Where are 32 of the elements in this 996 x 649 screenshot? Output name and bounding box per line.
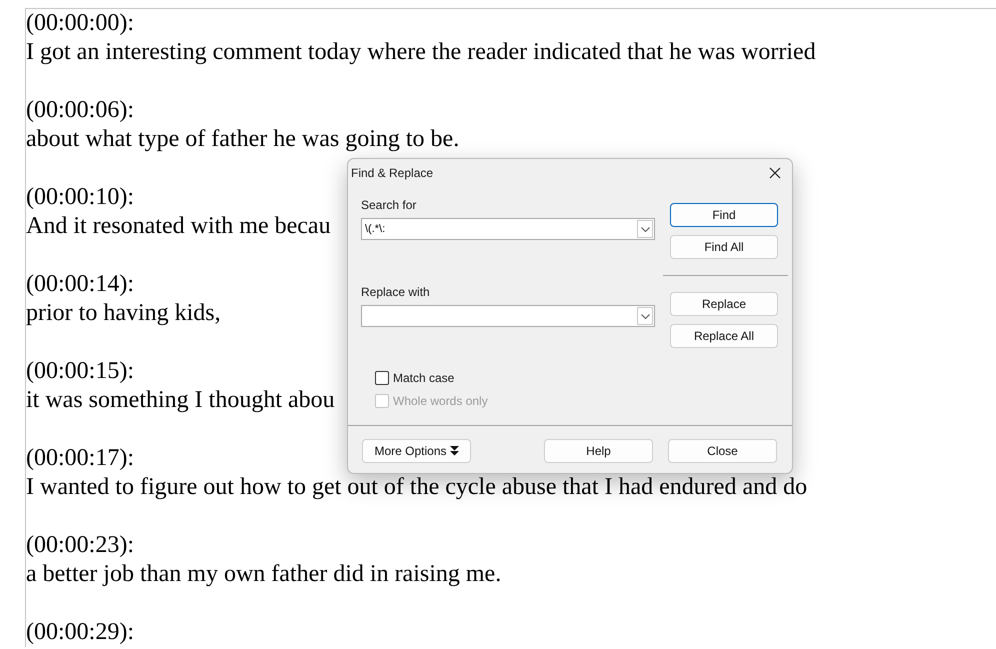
- checkbox-option[interactable]: Match case: [375, 371, 454, 385]
- field-label: Search for: [361, 198, 418, 212]
- more-options-button[interactable]: More Options: [362, 439, 471, 463]
- timestamp: (00:00:06):: [26, 96, 134, 125]
- combo-field[interactable]: [361, 305, 655, 327]
- checkbox-option: Whole words only: [375, 394, 488, 408]
- dialog-button[interactable]: Replace All: [670, 324, 778, 348]
- double-chevron-down-icon: [450, 446, 459, 456]
- timestamp: (00:00:10):: [26, 183, 134, 212]
- dialog-button[interactable]: Close: [668, 439, 777, 463]
- timestamp: (00:00:14):: [26, 270, 134, 299]
- combo-field[interactable]: \(.*\:: [361, 218, 655, 240]
- chevron-down-icon[interactable]: [637, 307, 653, 325]
- dialog-button[interactable]: Replace: [670, 292, 778, 316]
- dialog-title: Find & Replace: [351, 166, 434, 180]
- transcript-line: prior to having kids,: [26, 299, 221, 328]
- timestamp: (00:00:00):: [26, 9, 134, 38]
- dialog-button[interactable]: Help: [544, 439, 653, 463]
- chevron-down-icon[interactable]: [637, 220, 653, 238]
- field-label: Replace with: [361, 285, 431, 299]
- timestamp: (00:00:29):: [26, 618, 134, 647]
- transcript-line: I got an interesting comment today where the reader indicated that he was worried: [26, 38, 816, 67]
- transcript-line: And it resonated with me becau: [26, 212, 331, 241]
- timestamp: (00:00:23):: [26, 531, 134, 560]
- transcript-line: a better job than my own father did in raising me.: [26, 560, 502, 589]
- transcript-line: about what type of father he was going to be.: [26, 125, 460, 154]
- dialog-button[interactable]: Find: [670, 203, 778, 227]
- timestamp: (00:00:17):: [26, 444, 134, 473]
- transcript-line: I wanted to figure out how to get out of the cycle abuse that I had endured and do: [26, 473, 808, 502]
- transcript-line: it was something I thought abou: [26, 386, 335, 415]
- dialog-button[interactable]: Find All: [670, 235, 778, 259]
- timestamp: (00:00:15):: [26, 357, 134, 386]
